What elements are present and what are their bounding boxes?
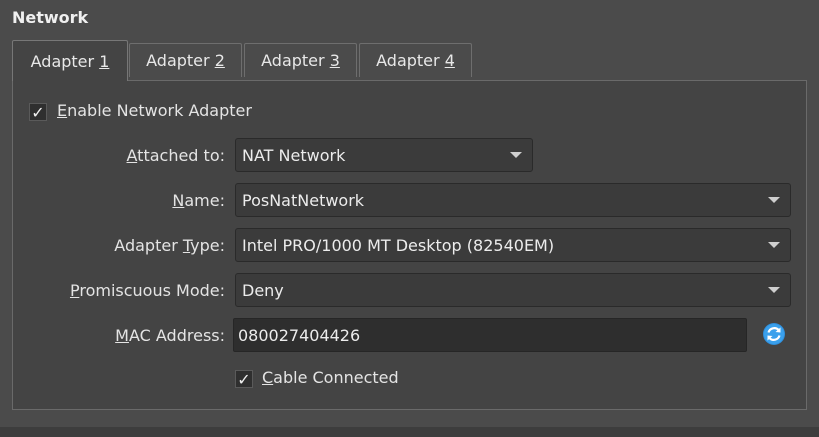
name-value: PosNatNetwork [242, 190, 365, 210]
network-settings-page: Network Adapter 1 Adapter 2 Adapter 3 Ad… [0, 0, 819, 437]
attached-to-select[interactable]: NAT Network [235, 138, 533, 172]
mac-address-input[interactable]: 080027404426 [233, 318, 747, 352]
tab-adapter-3-label: Adapter 3 [261, 51, 340, 70]
adapter-type-select[interactable]: Intel PRO/1000 MT Desktop (82540EM) [235, 228, 791, 262]
chevron-down-icon [768, 242, 780, 248]
check-icon: ✓ [237, 369, 251, 389]
cable-connected-label[interactable]: Cable Connected [262, 368, 399, 387]
attached-to-value: NAT Network [242, 145, 346, 165]
check-icon: ✓ [31, 102, 45, 122]
bottom-divider [0, 427, 819, 437]
adapter-type-value: Intel PRO/1000 MT Desktop (82540EM) [242, 235, 555, 255]
promiscuous-mode-label: Promiscuous Mode: [69, 281, 225, 300]
chevron-down-icon [768, 287, 780, 293]
tab-adapter-4[interactable]: Adapter 4 [359, 43, 472, 77]
cable-connected-checkbox[interactable]: ✓ [235, 369, 253, 389]
chevron-down-icon [768, 197, 780, 203]
attached-to-label: Attached to: [126, 146, 226, 165]
tab-adapter-1-label: Adapter 1 [30, 51, 110, 71]
promiscuous-mode-select[interactable]: Deny [235, 273, 791, 307]
tab-adapter-3[interactable]: Adapter 3 [244, 43, 357, 77]
section-title: Network [12, 8, 89, 27]
tab-adapter-4-label: Adapter 4 [376, 51, 455, 70]
adapter-type-label: Adapter Type: [114, 236, 225, 255]
promiscuous-mode-value: Deny [242, 280, 284, 300]
tab-adapter-2-label: Adapter 2 [146, 51, 225, 70]
chevron-down-icon [510, 152, 522, 158]
name-label: Name: [172, 191, 225, 210]
tab-adapter-1[interactable]: Adapter 1 [12, 40, 128, 81]
mac-address-value: 080027404426 [238, 325, 361, 345]
mac-address-label: MAC Address: [115, 326, 225, 345]
enable-adapter-label[interactable]: Enable Network Adapter [57, 101, 252, 120]
tab-adapter-2[interactable]: Adapter 2 [129, 43, 242, 77]
refresh-icon[interactable] [762, 322, 786, 346]
name-select[interactable]: PosNatNetwork [235, 183, 791, 217]
enable-adapter-checkbox[interactable]: ✓ [29, 102, 47, 122]
